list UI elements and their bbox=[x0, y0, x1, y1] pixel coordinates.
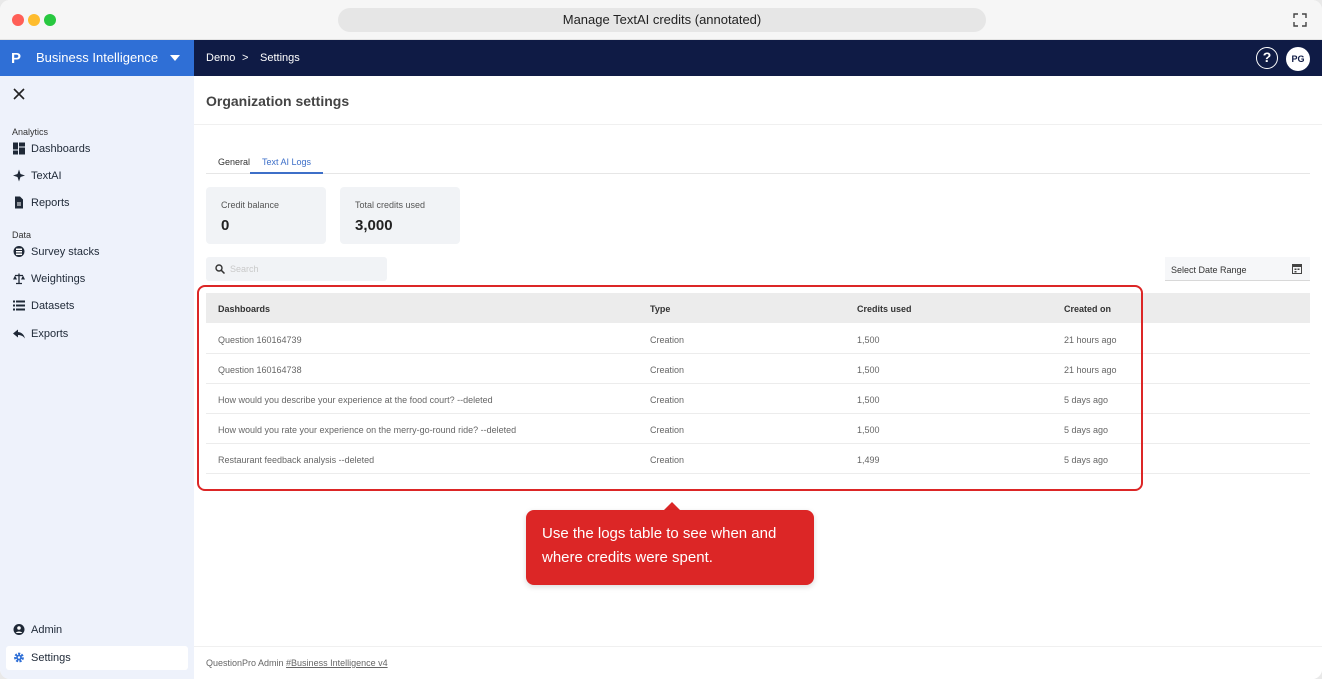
sidebar-item-exports[interactable]: Exports bbox=[6, 322, 188, 346]
callout-arrow bbox=[664, 502, 680, 510]
product-name: Business Intelligence bbox=[36, 50, 159, 65]
card-label: Total credits used bbox=[355, 200, 426, 210]
window-title: Manage TextAI credits (annotated) bbox=[338, 8, 986, 32]
expand-icon[interactable] bbox=[1292, 12, 1308, 28]
minimize-window-button[interactable] bbox=[28, 14, 40, 26]
tab-general[interactable]: General bbox=[218, 157, 250, 174]
sidebar-item-textai[interactable]: TextAI bbox=[6, 164, 188, 188]
scale-icon bbox=[13, 273, 25, 285]
list-icon bbox=[13, 300, 25, 311]
settings-tabs: General Text AI Logs bbox=[206, 150, 1310, 174]
sidebar-item-label: Admin bbox=[31, 624, 63, 636]
sidebar-item-label: Survey stacks bbox=[31, 246, 100, 258]
total-credits-used-card: Total credits used 3,000 bbox=[340, 187, 460, 244]
search-icon bbox=[215, 264, 225, 274]
footer-prefix: QuestionPro Admin bbox=[206, 658, 287, 668]
export-icon bbox=[13, 329, 25, 339]
divider bbox=[194, 124, 1322, 125]
sidebar-item-label: Dashboards bbox=[31, 143, 91, 155]
sidebar-item-admin[interactable]: Admin bbox=[6, 618, 188, 642]
sidebar-item-survey-stacks[interactable]: Survey stacks bbox=[6, 240, 188, 264]
dashboard-icon bbox=[13, 142, 25, 155]
title-bar: Manage TextAI credits (annotated) bbox=[0, 0, 1322, 40]
sidebar-item-settings[interactable]: Settings bbox=[6, 646, 188, 670]
stack-icon bbox=[13, 246, 25, 257]
product-switcher[interactable]: P Business Intelligence bbox=[0, 40, 194, 76]
search-box bbox=[206, 257, 387, 281]
page-title: Organization settings bbox=[206, 93, 350, 109]
card-value: 3,000 bbox=[355, 217, 393, 234]
sidebar: P Business Intelligence Analytics Dashbo… bbox=[0, 40, 194, 679]
sidebar-item-datasets[interactable]: Datasets bbox=[6, 294, 188, 318]
annotation-callout: Use the logs table to see when and where… bbox=[526, 510, 814, 585]
tab-text-ai-logs[interactable]: Text AI Logs bbox=[250, 157, 324, 174]
sidebar-item-label: Weightings bbox=[31, 273, 86, 285]
document-icon bbox=[15, 196, 23, 209]
close-window-button[interactable] bbox=[12, 14, 24, 26]
footer-link[interactable]: #Business Intelligence v4 bbox=[286, 658, 388, 668]
top-navigation: Demo > Settings ? PG bbox=[194, 40, 1322, 76]
breadcrumb-settings[interactable]: Settings bbox=[260, 52, 300, 64]
calendar-icon bbox=[1292, 264, 1302, 274]
sidebar-item-label: Settings bbox=[31, 652, 71, 664]
close-sidebar-icon[interactable] bbox=[12, 86, 26, 102]
footer: QuestionPro Admin #Business Intelligence… bbox=[194, 646, 1322, 679]
date-range-label: Select Date Range bbox=[1171, 265, 1247, 275]
sidebar-item-reports[interactable]: Reports bbox=[6, 191, 188, 215]
brand-logo: P bbox=[11, 50, 22, 67]
search-input[interactable] bbox=[230, 260, 380, 278]
credit-balance-card: Credit balance 0 bbox=[206, 187, 326, 244]
help-button[interactable]: ? bbox=[1256, 47, 1278, 69]
user-avatar[interactable]: PG bbox=[1286, 47, 1310, 71]
sidebar-item-dashboards[interactable]: Dashboards bbox=[6, 137, 188, 161]
zoom-window-button[interactable] bbox=[44, 14, 56, 26]
gear-icon bbox=[14, 652, 24, 663]
sidebar-item-label: Exports bbox=[31, 328, 69, 340]
section-label-analytics: Analytics bbox=[12, 127, 49, 137]
footer-text: QuestionPro Admin #Business Intelligence… bbox=[206, 658, 388, 668]
sparkle-icon bbox=[13, 169, 25, 182]
breadcrumb-separator: > bbox=[242, 52, 249, 64]
card-label: Credit balance bbox=[221, 200, 280, 210]
card-value: 0 bbox=[221, 217, 230, 234]
shield-user-icon bbox=[13, 624, 25, 635]
sidebar-item-weightings[interactable]: Weightings bbox=[6, 267, 188, 291]
breadcrumb-demo[interactable]: Demo bbox=[206, 52, 235, 64]
sidebar-item-label: TextAI bbox=[31, 170, 62, 182]
sidebar-item-label: Datasets bbox=[31, 300, 75, 312]
section-label-data: Data bbox=[12, 230, 32, 240]
sidebar-item-label: Reports bbox=[31, 197, 70, 209]
annotation-highlight bbox=[197, 285, 1143, 491]
date-range-picker[interactable]: Select Date Range bbox=[1165, 257, 1310, 281]
app-window: Manage TextAI credits (annotated) P Busi… bbox=[0, 0, 1322, 679]
chevron-down-icon bbox=[170, 55, 180, 61]
